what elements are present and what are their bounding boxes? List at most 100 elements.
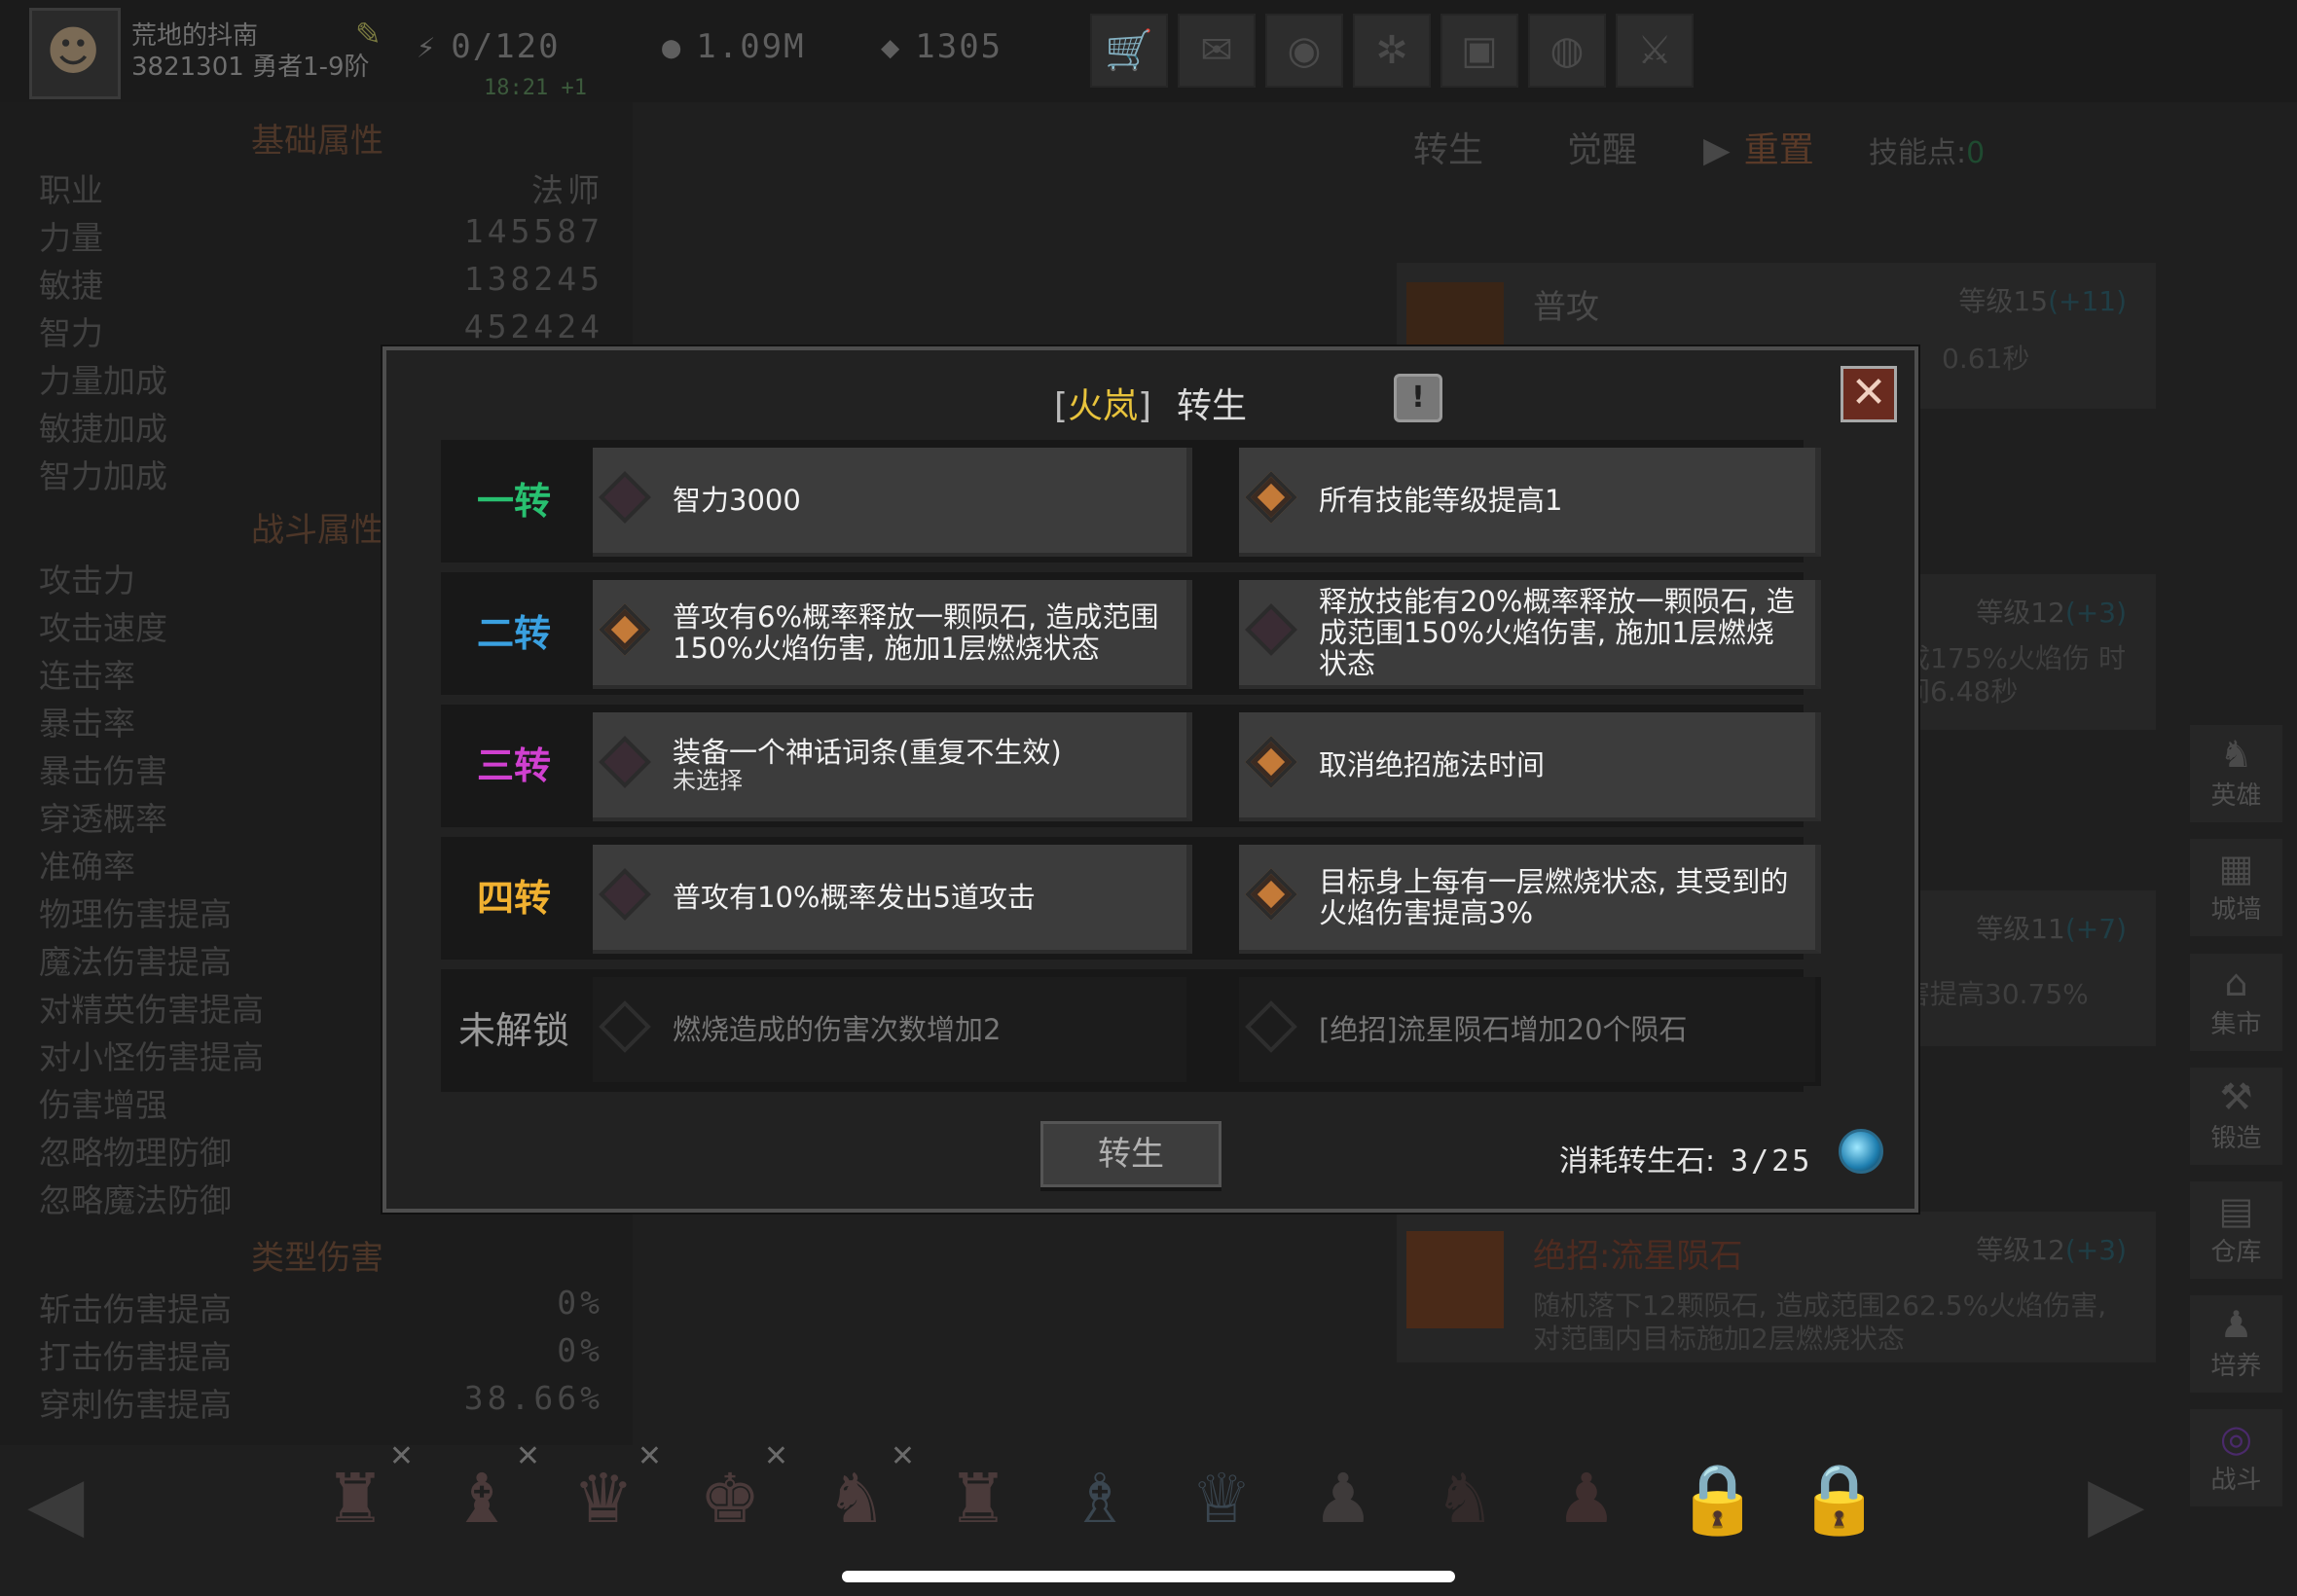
hero-bar: ♜ ✕ ♝ ✕ ♛ ✕ ♚ ✕ ♞ ✕ ♜ ♗ ♕ ♟ ♞ ♟ 🔒 🔒 <box>0 1440 2297 1557</box>
side-market-button[interactable]: ⌂ 集市 <box>2190 954 2282 1051</box>
skill-desc: 成175%火焰伤 时间6.48秒 <box>1903 642 2126 707</box>
hero-slot[interactable]: ♞ ✕ <box>808 1442 915 1547</box>
lock-icon: 🔒 <box>1675 1459 1761 1539</box>
gear-icon: ✲ <box>1375 28 1408 73</box>
gift-button[interactable]: ▣ <box>1440 14 1518 88</box>
energy-counter: ⚡ 0/120 <box>417 27 561 66</box>
tier-label: 一转 <box>476 480 551 523</box>
stat-value: 38.66% <box>463 1379 603 1417</box>
type-damage-title: 类型伤害 <box>251 1239 383 1278</box>
market-icon: ⌂ <box>2224 961 2248 1004</box>
skill-points-value: 0 <box>1966 136 1986 170</box>
stat-label: 力量加成 <box>39 362 167 400</box>
side-storage-button[interactable]: ▤ 仓库 <box>2190 1181 2282 1279</box>
stat-label: 穿刺伤害提高 <box>39 1386 232 1424</box>
anvil-icon: ⚒ <box>2219 1075 2253 1118</box>
option-text: [绝招]流星陨石增加20个陨石 <box>1319 1013 1688 1046</box>
skill-name: 普攻 <box>1533 288 1599 327</box>
stat-value: 0% <box>557 1331 603 1369</box>
video-icon: ▶ <box>1703 130 1731 170</box>
hero-slot[interactable]: ♟ <box>1538 1450 1635 1547</box>
battle-button[interactable]: ⚔ <box>1616 14 1694 88</box>
hero-slot[interactable]: ♗ <box>1051 1450 1148 1547</box>
gamepad-icon: ◉ <box>1287 28 1322 73</box>
skill-level: 等级12(+3) <box>1976 1229 2127 1268</box>
tier-option[interactable]: 释放技能有20%概率释放一颗陨石, 造成范围150%火焰伤害, 施加1层燃烧状态 <box>1239 580 1821 689</box>
gem-counter: ◆ 1305 <box>881 27 1003 66</box>
title-action: 转生 <box>1177 386 1248 426</box>
diamond-selected-icon <box>1245 736 1297 788</box>
tier-option[interactable]: 智力3000 <box>593 448 1192 557</box>
tier-option[interactable]: 所有技能等级提高1 <box>1239 448 1821 557</box>
stat-label: 斩击伤害提高 <box>39 1290 232 1328</box>
diamond-selected-icon <box>599 603 651 656</box>
skill-level-text: 等级12 <box>1976 597 2065 629</box>
stat-label: 敏捷 <box>39 267 103 305</box>
hero-slot[interactable]: ♞ <box>1416 1450 1513 1547</box>
remove-icon[interactable]: ✕ <box>764 1442 788 1471</box>
reset-label: 重置 <box>1743 130 1814 170</box>
hero-slot[interactable]: ♜ ✕ <box>307 1442 414 1547</box>
remove-icon[interactable]: ✕ <box>516 1442 540 1471</box>
hero-slot[interactable]: ♕ <box>1173 1450 1270 1547</box>
hero-slot[interactable]: ♟ <box>1294 1450 1392 1547</box>
side-label: 城墙 <box>2210 895 2262 925</box>
tier-row: 四转 普攻有10%概率发出5道攻击 目标身上每有一层燃烧状态, 其受到的火焰伤害… <box>441 837 1821 960</box>
tier-option: [绝招]流星陨石增加20个陨石 <box>1239 977 1821 1086</box>
side-wall-button[interactable]: ▦ 城墙 <box>2190 839 2282 936</box>
mail-button[interactable]: ✉ <box>1178 14 1256 88</box>
hero-slot[interactable]: ♜ <box>930 1450 1027 1547</box>
reincarnate-button[interactable]: 转生 <box>1040 1121 1221 1187</box>
tier-option[interactable]: 取消绝招施法时间 <box>1239 712 1821 821</box>
shop-button[interactable]: 🛒 <box>1090 14 1168 88</box>
gem-icon: ◆ <box>881 28 902 65</box>
tab-reincarnation[interactable]: 转生 <box>1413 122 1483 172</box>
globe-button[interactable]: ◍ <box>1528 14 1606 88</box>
reset-button[interactable]: ▶ 重置 <box>1703 122 1814 172</box>
tier-option[interactable]: 普攻有10%概率发出5道攻击 <box>593 845 1192 954</box>
hero-slot[interactable]: ♝ ✕ <box>433 1442 540 1547</box>
remove-icon[interactable]: ✕ <box>638 1442 662 1471</box>
side-forge-button[interactable]: ⚒ 锻造 <box>2190 1068 2282 1165</box>
gamepad-button[interactable]: ◉ <box>1265 14 1343 88</box>
side-train-button[interactable]: ♟ 培养 <box>2190 1295 2282 1393</box>
skill-level: 等级12(+3) <box>1976 592 2127 631</box>
skill-level-bonus: (+7) <box>2064 913 2127 945</box>
reincarnation-cost: 消耗转生石: 3/25 <box>1559 1137 1812 1179</box>
player-avatar[interactable]: ☻ <box>29 8 121 99</box>
skill-points-label: 技能点: <box>1869 136 1967 170</box>
tier-option[interactable]: 装备一个神话词条(重复不生效) 未选择 <box>593 712 1192 821</box>
stat-row: 敏捷 138245 <box>39 260 603 307</box>
gold-counter: ● 1.09M <box>662 27 806 66</box>
skill-level-text: 等级12 <box>1976 1234 2065 1266</box>
stat-label: 敏捷加成 <box>39 410 167 448</box>
reincarnation-dialog: [火岚] 转生 ! ✕ 一转 智力3000 所有技能等级提高1 二转 普攻有6%概… <box>383 346 1918 1213</box>
player-rank: 3821301 勇者1-9阶 <box>131 47 370 83</box>
side-hero-button[interactable]: ♞ 英雄 <box>2190 725 2282 822</box>
skill-level-text: 等级15 <box>1958 285 2049 317</box>
edit-name-icon[interactable]: ✎ <box>355 16 382 53</box>
hero-slot[interactable]: ♚ ✕ <box>681 1442 788 1547</box>
gold-value: 1.09M <box>696 27 806 66</box>
skill-card[interactable]: 绝招:流星陨石 等级12(+3) 随机落下12颗陨石, 造成范围262.5%火焰… <box>1397 1212 2156 1362</box>
sword-icon: ⚔ <box>1637 28 1672 73</box>
stat-value: 138245 <box>463 260 603 298</box>
wall-icon: ▦ <box>2218 847 2254 889</box>
option-text: 燃烧造成的伤害次数增加2 <box>673 1013 1002 1046</box>
option-sub-text: 未选择 <box>673 767 743 794</box>
tier-row-locked: 未解锁 燃烧造成的伤害次数增加2 [绝招]流星陨石增加20个陨石 <box>441 969 1821 1092</box>
info-icon[interactable]: ! <box>1394 374 1442 422</box>
tier-option[interactable]: 目标身上每有一层燃烧状态, 其受到的火焰伤害提高3% <box>1239 845 1821 954</box>
side-label: 锻造 <box>2210 1124 2262 1153</box>
stat-label: 职业 <box>39 171 103 209</box>
hero-slot[interactable]: ♛ ✕ <box>555 1442 662 1547</box>
diamond-icon <box>599 868 651 921</box>
player-id: 3821301 <box>131 53 244 82</box>
tier-option[interactable]: 普攻有6%概率释放一颗陨石, 造成范围150%火焰伤害, 施加1层燃烧状态 <box>593 580 1192 689</box>
remove-icon[interactable]: ✕ <box>891 1442 915 1471</box>
tab-awaken[interactable]: 觉醒 <box>1567 122 1637 172</box>
remove-icon[interactable]: ✕ <box>389 1442 414 1471</box>
close-icon[interactable]: ✕ <box>1841 366 1897 422</box>
settings-button[interactable]: ✲ <box>1353 14 1431 88</box>
home-indicator[interactable] <box>842 1571 1455 1582</box>
